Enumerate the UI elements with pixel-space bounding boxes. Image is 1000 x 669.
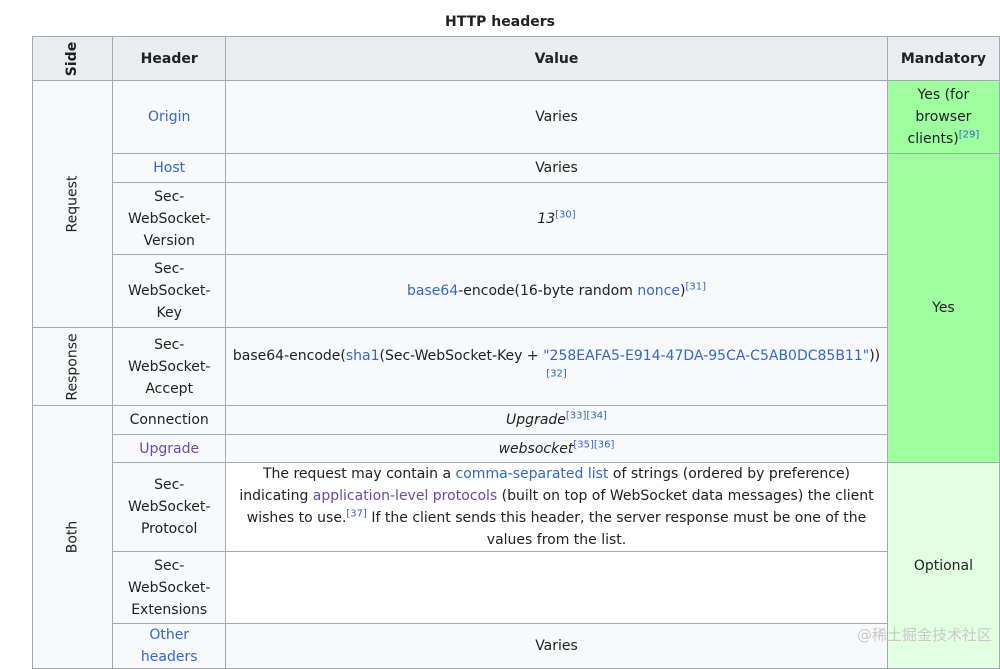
table-row: Both Connection Upgrade[33][34]	[31, 405, 1000, 669]
table-caption: HTTP headers	[445, 14, 555, 30]
header-cell[interactable]: Other headers	[112, 623, 227, 669]
table-row: Sec-WebSocket-Version 13[30]	[33, 182, 1000, 255]
group-response: Response	[31, 327, 114, 406]
value-cell: 13[30]	[225, 182, 888, 255]
header-cell[interactable]: Origin	[112, 80, 227, 154]
header-cell: Sec-WebSocket-Accept	[112, 327, 227, 406]
table-row: Other headers Varies	[33, 623, 1000, 669]
table-row: Sec-WebSocket-Key base64-encode(16-byte …	[33, 254, 1000, 328]
table-row: Response Sec-WebSocket-Accept base64-enc…	[31, 327, 1000, 406]
table-row: Host Varies Yes	[33, 153, 1000, 463]
value-cell: Varies	[225, 623, 888, 669]
header-cell: Sec-WebSocket-Extensions	[112, 551, 227, 624]
http-headers-table: Side Header Value Mandatory Request Orig…	[31, 36, 1000, 669]
value-cell	[225, 551, 888, 624]
mandatory-cell: Yes (for browser clients)[29]	[886, 80, 1000, 154]
table-header-row: Side Header Value Mandatory	[31, 36, 1000, 81]
mandatory-column-header: Mandatory	[886, 36, 1000, 81]
group-request: Request	[31, 80, 114, 328]
header-cell: Sec-WebSocket-Version	[112, 182, 227, 255]
header-column-header: Header	[112, 36, 227, 81]
value-cell: base64-encode(16-byte random nonce)[31]	[225, 254, 888, 328]
value-cell: Varies	[225, 80, 888, 154]
table-row: Request Origin Varies Yes (for browser c…	[31, 80, 1000, 328]
group-both: Both	[31, 405, 114, 669]
header-cell: Sec-WebSocket-Protocol	[112, 462, 227, 552]
value-cell: Varies	[225, 153, 888, 183]
value-cell: The request may contain a comma-separate…	[225, 462, 888, 552]
header-cell[interactable]: Upgrade	[112, 434, 227, 463]
watermark: @稀土掘金技术社区	[856, 626, 992, 644]
value-column-header: Value	[225, 36, 888, 81]
header-cell: Connection	[112, 405, 227, 435]
mandatory-cell: Yes	[886, 153, 1000, 463]
value-cell: Upgrade[33][34]	[225, 405, 888, 435]
table-row: Sec-WebSocket-Protocol The request may c…	[33, 462, 1000, 669]
value-cell: base64-encode(sha1(Sec-WebSocket-Key + "…	[225, 327, 888, 406]
table-row: Sec-WebSocket-Extensions	[33, 551, 1000, 624]
value-cell: websocket[35][36]	[225, 434, 888, 463]
header-cell[interactable]: Host	[112, 153, 227, 183]
table-row: Upgrade websocket[35][36]	[33, 434, 1000, 463]
header-cell: Sec-WebSocket-Key	[112, 254, 227, 328]
side-column-header: Side	[31, 36, 114, 81]
